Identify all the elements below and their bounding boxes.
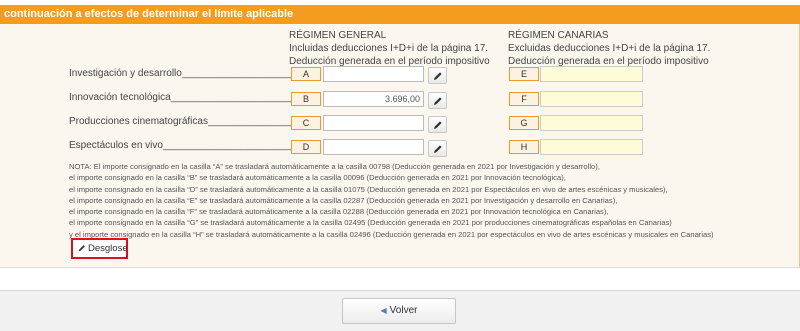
row-label-espectaculos: Espectáculos en vivo____________________… bbox=[69, 140, 302, 151]
back-arrow-icon: ◀ bbox=[380, 306, 387, 315]
canarias-subtitle: Excluidas deducciones I+D+i de la página… bbox=[508, 43, 711, 54]
volver-label: Volver bbox=[389, 305, 418, 316]
general-title: RÉGIMEN GENERAL bbox=[289, 30, 387, 41]
pencil-icon bbox=[434, 145, 442, 153]
pencil-icon bbox=[434, 97, 442, 105]
note-line: NOTA: El importe consignado en la casill… bbox=[69, 162, 600, 171]
desglose-label: Desglose bbox=[88, 243, 128, 254]
edit-button-d[interactable] bbox=[428, 140, 447, 157]
canarias-input-f[interactable] bbox=[540, 91, 643, 107]
general-input-c[interactable] bbox=[323, 115, 424, 131]
section-header: continuación a efectos de determinar el … bbox=[0, 5, 800, 24]
note-line: el importe consignado en la casilla “D” … bbox=[69, 184, 668, 194]
note-line: el importe consignado en la casilla “F” … bbox=[69, 207, 609, 217]
casilla-letter-e: E bbox=[509, 67, 539, 81]
general-input-b[interactable]: 3.696,00 bbox=[323, 91, 424, 107]
row-label-investigacion: Investigación y desarrollo______________… bbox=[69, 68, 294, 79]
volver-button[interactable]: ◀ Volver bbox=[342, 298, 456, 324]
edit-button-a[interactable] bbox=[428, 67, 447, 84]
divider bbox=[0, 267, 800, 268]
note-line: el importe consignado en la casilla “B” … bbox=[69, 173, 566, 183]
casilla-letter-d: D bbox=[291, 140, 321, 154]
note-line: el importe consignado en la casilla “E” … bbox=[69, 195, 618, 205]
canarias-title: RÉGIMEN CANARIAS bbox=[508, 30, 609, 41]
edit-button-b[interactable] bbox=[428, 92, 447, 109]
general-input-d[interactable] bbox=[323, 139, 424, 155]
canarias-input-h[interactable] bbox=[540, 139, 643, 155]
pencil-icon bbox=[78, 245, 85, 252]
casilla-letter-a: A bbox=[291, 67, 321, 81]
general-input-a[interactable] bbox=[323, 66, 424, 82]
notes-block: NOTA: El importe consignado en la casill… bbox=[69, 161, 714, 240]
casilla-letter-b: B bbox=[291, 92, 321, 106]
pencil-icon bbox=[434, 121, 442, 129]
general-subtitle: Incluidas deducciones I+D+i de la página… bbox=[289, 43, 489, 54]
casilla-letter-f: F bbox=[509, 92, 539, 106]
row-label-innovacion: Innovación tecnológica__________________… bbox=[69, 92, 299, 103]
canarias-header: RÉGIMEN CANARIAS Excluidas deducciones I… bbox=[508, 29, 710, 68]
canarias-input-e[interactable] bbox=[540, 66, 643, 82]
general-header: RÉGIMEN GENERAL Incluidas deducciones I+… bbox=[289, 29, 490, 68]
pencil-icon bbox=[434, 72, 442, 80]
desglose-button[interactable]: Desglose bbox=[71, 238, 128, 259]
canarias-input-g[interactable] bbox=[540, 115, 643, 131]
casilla-letter-g: G bbox=[509, 116, 539, 130]
edit-button-c[interactable] bbox=[428, 116, 447, 133]
note-line: el importe consignado en la casilla “G” … bbox=[69, 218, 672, 228]
casilla-letter-c: C bbox=[291, 116, 321, 130]
row-label-producciones: Producciones cinematográficas___________… bbox=[69, 116, 303, 127]
note-line: y el importe consignado en la casilla “H… bbox=[69, 229, 714, 239]
casilla-letter-h: H bbox=[509, 140, 539, 154]
